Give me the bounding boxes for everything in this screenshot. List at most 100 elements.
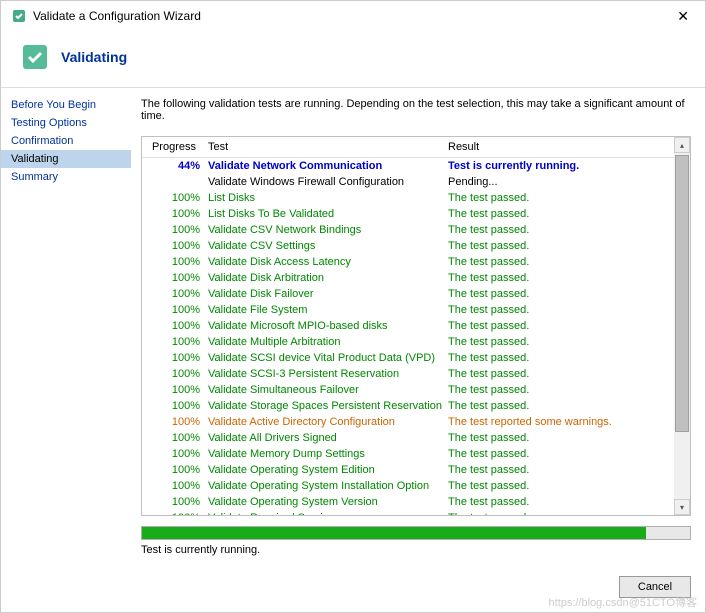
scroll-down-icon[interactable]: ▾ <box>674 499 690 515</box>
cell-result: The test passed. <box>448 382 684 398</box>
table-row[interactable]: 100%Validate Required ServicesThe test p… <box>142 510 690 515</box>
cell-test: Validate File System <box>208 302 448 318</box>
table-row[interactable]: 100%Validate Operating System EditionThe… <box>142 462 690 478</box>
cell-test: Validate Required Services <box>208 510 448 515</box>
validating-icon <box>19 41 51 73</box>
cell-progress: 100% <box>148 302 208 318</box>
table-row[interactable]: 100%Validate Simultaneous FailoverThe te… <box>142 382 690 398</box>
wizard-footer: Cancel <box>1 564 705 612</box>
scroll-up-icon[interactable]: ▴ <box>674 137 690 153</box>
wizard-sidebar: Before You BeginTesting OptionsConfirmat… <box>1 88 131 564</box>
cell-test: Validate Simultaneous Failover <box>208 382 448 398</box>
wizard-app-icon <box>11 8 27 24</box>
sidebar-item-before-you-begin[interactable]: Before You Begin <box>11 96 131 114</box>
cell-test: List Disks To Be Validated <box>208 206 448 222</box>
overall-progress-bar <box>141 526 691 540</box>
intro-text: The following validation tests are runni… <box>141 98 691 122</box>
cell-result: The test passed. <box>448 494 684 510</box>
status-text: Test is currently running. <box>141 544 691 556</box>
cell-result: The test passed. <box>448 350 684 366</box>
cell-test: Validate Operating System Edition <box>208 462 448 478</box>
table-row[interactable]: 100%Validate Disk ArbitrationThe test pa… <box>142 270 690 286</box>
sidebar-item-testing-options[interactable]: Testing Options <box>11 114 131 132</box>
table-row[interactable]: 100%Validate Disk Access LatencyThe test… <box>142 254 690 270</box>
cell-progress: 100% <box>148 382 208 398</box>
cell-test: Validate Windows Firewall Configuration <box>208 174 448 190</box>
cell-progress: 100% <box>148 398 208 414</box>
scroll-thumb[interactable] <box>675 155 689 432</box>
cell-test: Validate Disk Arbitration <box>208 270 448 286</box>
cell-result: The test passed. <box>448 238 684 254</box>
cell-test: Validate SCSI-3 Persistent Reservation <box>208 366 448 382</box>
cell-progress: 100% <box>148 190 208 206</box>
table-row[interactable]: 100%Validate Active Directory Configurat… <box>142 414 690 430</box>
cell-progress: 100% <box>148 430 208 446</box>
table-row[interactable]: 100%Validate Storage Spaces Persistent R… <box>142 398 690 414</box>
overall-progress-fill <box>142 527 646 539</box>
scroll-track[interactable] <box>674 153 690 499</box>
vertical-scrollbar[interactable]: ▴ ▾ <box>674 137 690 515</box>
page-heading: Validating <box>61 49 127 65</box>
cell-test: List Disks <box>208 190 448 206</box>
wizard-window: Validate a Configuration Wizard ✕ Valida… <box>0 0 706 613</box>
table-row[interactable]: 100%Validate Operating System Installati… <box>142 478 690 494</box>
cell-progress: 100% <box>148 414 208 430</box>
cell-progress: 100% <box>148 270 208 286</box>
cell-progress: 100% <box>148 222 208 238</box>
cell-result: Pending... <box>448 174 684 190</box>
sidebar-item-validating[interactable]: Validating <box>1 150 131 168</box>
cell-test: Validate Disk Failover <box>208 286 448 302</box>
cell-result: The test passed. <box>448 222 684 238</box>
table-row[interactable]: Validate Windows Firewall ConfigurationP… <box>142 174 690 190</box>
cell-result: The test passed. <box>448 270 684 286</box>
cell-progress: 100% <box>148 494 208 510</box>
table-row[interactable]: 100%Validate SCSI-3 Persistent Reservati… <box>142 366 690 382</box>
cell-progress: 100% <box>148 318 208 334</box>
cell-result: The test passed. <box>448 366 684 382</box>
table-row[interactable]: 100%Validate Disk FailoverThe test passe… <box>142 286 690 302</box>
cell-result: The test passed. <box>448 286 684 302</box>
cell-progress: 100% <box>148 254 208 270</box>
cell-result: Test is currently running. <box>448 158 684 174</box>
cell-progress: 100% <box>148 462 208 478</box>
table-row[interactable]: 100%List DisksThe test passed. <box>142 190 690 206</box>
table-row[interactable]: 100%Validate Multiple ArbitrationThe tes… <box>142 334 690 350</box>
table-row[interactable]: 100%Validate File SystemThe test passed. <box>142 302 690 318</box>
table-row[interactable]: 100%Validate Operating System VersionThe… <box>142 494 690 510</box>
sidebar-item-summary[interactable]: Summary <box>11 168 131 186</box>
wizard-header: Validating <box>1 31 705 87</box>
cell-result: The test passed. <box>448 318 684 334</box>
cell-progress: 100% <box>148 206 208 222</box>
table-row[interactable]: 100%Validate Microsoft MPIO-based disksT… <box>142 318 690 334</box>
cell-test: Validate Network Communication <box>208 158 448 174</box>
table-row[interactable]: 100%Validate CSV Network BindingsThe tes… <box>142 222 690 238</box>
cell-test: Validate CSV Network Bindings <box>208 222 448 238</box>
table-row[interactable]: 100%Validate SCSI device Vital Product D… <box>142 350 690 366</box>
close-icon[interactable]: ✕ <box>671 8 695 25</box>
cell-result: The test passed. <box>448 446 684 462</box>
cell-test: Validate Multiple Arbitration <box>208 334 448 350</box>
table-row[interactable]: 100%Validate Memory Dump SettingsThe tes… <box>142 446 690 462</box>
table-row[interactable]: 100%List Disks To Be ValidatedThe test p… <box>142 206 690 222</box>
cancel-button[interactable]: Cancel <box>619 576 691 598</box>
cell-progress: 100% <box>148 350 208 366</box>
cell-result: The test passed. <box>448 190 684 206</box>
cell-progress: 100% <box>148 334 208 350</box>
col-header-test[interactable]: Test <box>202 137 442 157</box>
table-row[interactable]: 100%Validate All Drivers SignedThe test … <box>142 430 690 446</box>
col-header-progress[interactable]: Progress <box>142 137 202 157</box>
cell-progress: 44% <box>148 158 208 174</box>
cell-result: The test reported some warnings. <box>448 414 684 430</box>
cell-result: The test passed. <box>448 478 684 494</box>
sidebar-item-confirmation[interactable]: Confirmation <box>11 132 131 150</box>
table-row[interactable]: 100%Validate CSV SettingsThe test passed… <box>142 238 690 254</box>
cell-test: Validate Microsoft MPIO-based disks <box>208 318 448 334</box>
cell-test: Validate Memory Dump Settings <box>208 446 448 462</box>
col-header-result[interactable]: Result <box>442 137 690 157</box>
cell-test: Validate All Drivers Signed <box>208 430 448 446</box>
cell-result: The test passed. <box>448 430 684 446</box>
cell-result: The test passed. <box>448 302 684 318</box>
cell-result: The test passed. <box>448 510 684 515</box>
cell-progress: 100% <box>148 446 208 462</box>
table-row[interactable]: 44%Validate Network CommunicationTest is… <box>142 158 690 174</box>
